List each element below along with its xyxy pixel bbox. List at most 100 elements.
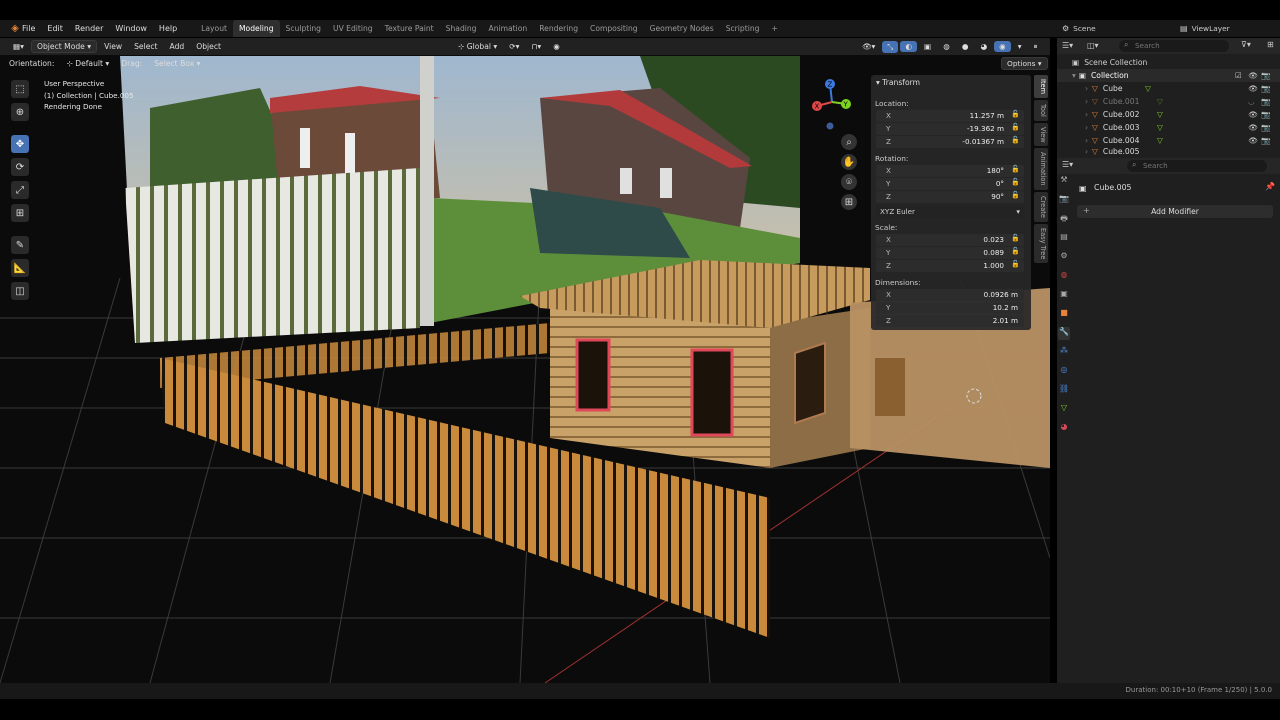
- world-tab-icon[interactable]: ◍: [1058, 270, 1070, 283]
- tab-item[interactable]: Item: [1034, 75, 1048, 99]
- menu-window[interactable]: Window: [109, 20, 153, 37]
- lock-icon[interactable]: 🔓: [1011, 110, 1020, 118]
- scale-y-field[interactable]: Y 0.089 🔓: [876, 247, 1024, 259]
- menu-help[interactable]: Help: [153, 20, 183, 37]
- lock-icon[interactable]: 🔓: [1011, 178, 1020, 186]
- eye-icon[interactable]: 👁: [1248, 71, 1258, 80]
- rotation-y-field[interactable]: Y 0° 🔓: [876, 178, 1024, 190]
- select-menu[interactable]: Select: [129, 41, 162, 52]
- lock-icon[interactable]: 🔓: [1011, 123, 1020, 131]
- add-workspace-button[interactable]: +: [765, 20, 783, 37]
- tab-uv-editing[interactable]: UV Editing: [327, 20, 379, 37]
- snap-icon[interactable]: ⊓▾: [526, 41, 546, 52]
- xray-toggle-icon[interactable]: ▣: [919, 41, 936, 52]
- outliner-row-cube-003[interactable]: › ▽ Cube.003 ▽ 👁 📷: [1057, 121, 1280, 134]
- camera-icon[interactable]: 📷: [1261, 84, 1270, 93]
- transform-panel-header[interactable]: ▾ Transform: [876, 78, 920, 87]
- visibility-icon[interactable]: 👁▾: [857, 41, 880, 52]
- tab-animation[interactable]: Animation: [483, 20, 534, 37]
- add-cube-tool-icon[interactable]: ◫: [11, 282, 29, 300]
- solid-shading-icon[interactable]: ●: [957, 41, 974, 52]
- physics-tab-icon[interactable]: ◎: [1058, 365, 1070, 378]
- proportional-edit-icon[interactable]: ◉: [548, 41, 565, 52]
- material-shading-icon[interactable]: ◕: [975, 41, 992, 52]
- eye-icon[interactable]: 👁: [1248, 123, 1258, 132]
- outliner-row-collection[interactable]: ▾ ▣ Collection ☑ 👁 📷: [1057, 69, 1280, 82]
- new-collection-icon[interactable]: ⊞: [1267, 40, 1274, 49]
- editor-type-icon[interactable]: ☰▾: [1062, 160, 1073, 169]
- eye-closed-icon[interactable]: ◡: [1248, 97, 1255, 106]
- camera-icon[interactable]: 📷: [1261, 136, 1270, 145]
- dimensions-y-field[interactable]: Y 10.2 m: [876, 302, 1024, 314]
- view-menu[interactable]: View: [99, 41, 127, 52]
- pin-icon[interactable]: 📌: [1265, 182, 1275, 191]
- eye-icon[interactable]: 👁: [1248, 110, 1258, 119]
- lock-icon[interactable]: 🔓: [1011, 234, 1020, 242]
- viewlayer-name[interactable]: ViewLayer: [1192, 24, 1230, 33]
- wireframe-shading-icon[interactable]: ◍: [938, 41, 955, 52]
- gizmo-toggle-icon[interactable]: ⤡: [882, 40, 899, 53]
- camera-icon[interactable]: 📷: [1261, 97, 1270, 106]
- rotate-tool-icon[interactable]: ⟳: [11, 158, 29, 176]
- annotate-tool-icon[interactable]: ✎: [11, 236, 29, 254]
- tab-modeling[interactable]: Modeling: [233, 20, 280, 37]
- rotation-mode-dropdown[interactable]: XYZ Euler ▾: [876, 206, 1024, 218]
- outliner-search-input[interactable]: ⌕ Search: [1119, 40, 1229, 52]
- viewlayer-selector[interactable]: ▤ ViewLayer: [1180, 20, 1230, 37]
- location-x-field[interactable]: X 11.257 m 🔓: [876, 110, 1024, 122]
- tool-tab-icon[interactable]: ⚒: [1058, 175, 1070, 188]
- outliner-row-cube-001[interactable]: › ▽ Cube.001 ▽ ◡ 📷: [1057, 95, 1280, 108]
- camera-icon[interactable]: 📷: [1261, 123, 1270, 132]
- scale-tool-icon[interactable]: ⤢: [11, 181, 29, 199]
- particles-tab-icon[interactable]: ⁂: [1058, 346, 1070, 359]
- material-tab-icon[interactable]: ◕: [1058, 422, 1070, 435]
- drag-dropdown[interactable]: Select Box ▾: [149, 58, 205, 69]
- tab-animation-side[interactable]: Animation: [1034, 148, 1048, 191]
- editor-type-icon[interactable]: ▦▾: [8, 41, 29, 52]
- object-tab-icon[interactable]: ■: [1058, 308, 1070, 321]
- orientation-dropdown[interactable]: ⊹ Default ▾: [61, 58, 114, 69]
- lock-icon[interactable]: 🔓: [1011, 165, 1020, 173]
- lock-icon[interactable]: 🔓: [1011, 136, 1020, 144]
- menu-edit[interactable]: Edit: [41, 20, 69, 37]
- output-tab-icon[interactable]: 🖶: [1058, 213, 1070, 226]
- options-dropdown[interactable]: Options ▾: [1001, 57, 1048, 70]
- location-y-field[interactable]: Y -19.362 m 🔓: [876, 123, 1024, 135]
- overlay-toggle-icon[interactable]: ◐: [900, 41, 917, 52]
- tab-compositing[interactable]: Compositing: [584, 20, 644, 37]
- location-z-field[interactable]: Z -0.01367 m 🔓: [876, 136, 1024, 148]
- add-menu[interactable]: Add: [165, 41, 190, 52]
- object-menu[interactable]: Object: [191, 41, 226, 52]
- dimensions-x-field[interactable]: X 0.0926 m: [876, 289, 1024, 301]
- tab-shading[interactable]: Shading: [440, 20, 483, 37]
- checkbox-icon[interactable]: ☑: [1235, 71, 1242, 80]
- outliner-row-cube-004[interactable]: › ▽ Cube.004 ▽ 👁 📷: [1057, 134, 1280, 147]
- lock-icon[interactable]: 🔓: [1011, 260, 1020, 268]
- view-layer-tab-icon[interactable]: ▤: [1058, 232, 1070, 245]
- tab-tool[interactable]: Tool: [1034, 100, 1048, 121]
- camera-icon[interactable]: 📷: [1261, 71, 1270, 80]
- dimensions-z-field[interactable]: Z 2.01 m: [876, 315, 1024, 327]
- scale-z-field[interactable]: Z 1.000 🔓: [876, 260, 1024, 272]
- rotation-x-field[interactable]: X 180° 🔓: [876, 165, 1024, 177]
- tab-easy-tree[interactable]: Easy Tree: [1034, 224, 1048, 264]
- properties-search-input[interactable]: ⌕ Search: [1127, 160, 1267, 172]
- display-mode-icon[interactable]: ◫▾: [1087, 41, 1099, 50]
- transform-tool-icon[interactable]: ⊞: [11, 204, 29, 222]
- outliner-row-cube-002[interactable]: › ▽ Cube.002 ▽ 👁 📷: [1057, 108, 1280, 121]
- pause-icon[interactable]: ⏸: [1029, 41, 1043, 53]
- tab-view[interactable]: View: [1034, 122, 1048, 147]
- outliner-row-scene-collection[interactable]: ▣ Scene Collection: [1057, 56, 1280, 69]
- navigation-gizmo[interactable]: Z Y X: [808, 76, 856, 130]
- scene-name[interactable]: Scene: [1073, 24, 1096, 33]
- select-box-tool-icon[interactable]: ⬚: [11, 80, 29, 98]
- outliner-row-cube-005[interactable]: › ▽ Cube.005: [1057, 147, 1280, 155]
- rotation-z-field[interactable]: Z 90° 🔓: [876, 191, 1024, 203]
- tab-layout[interactable]: Layout: [195, 20, 233, 37]
- scale-x-field[interactable]: X 0.023 🔓: [876, 234, 1024, 246]
- outliner-row-cube[interactable]: › ▽ Cube ▽ 👁 📷: [1057, 82, 1280, 95]
- tab-create[interactable]: Create: [1034, 192, 1048, 223]
- editor-type-icon[interactable]: ☰▾: [1062, 41, 1073, 50]
- measure-tool-icon[interactable]: 📐: [11, 259, 29, 277]
- add-modifier-button[interactable]: + Add Modifier: [1077, 205, 1273, 218]
